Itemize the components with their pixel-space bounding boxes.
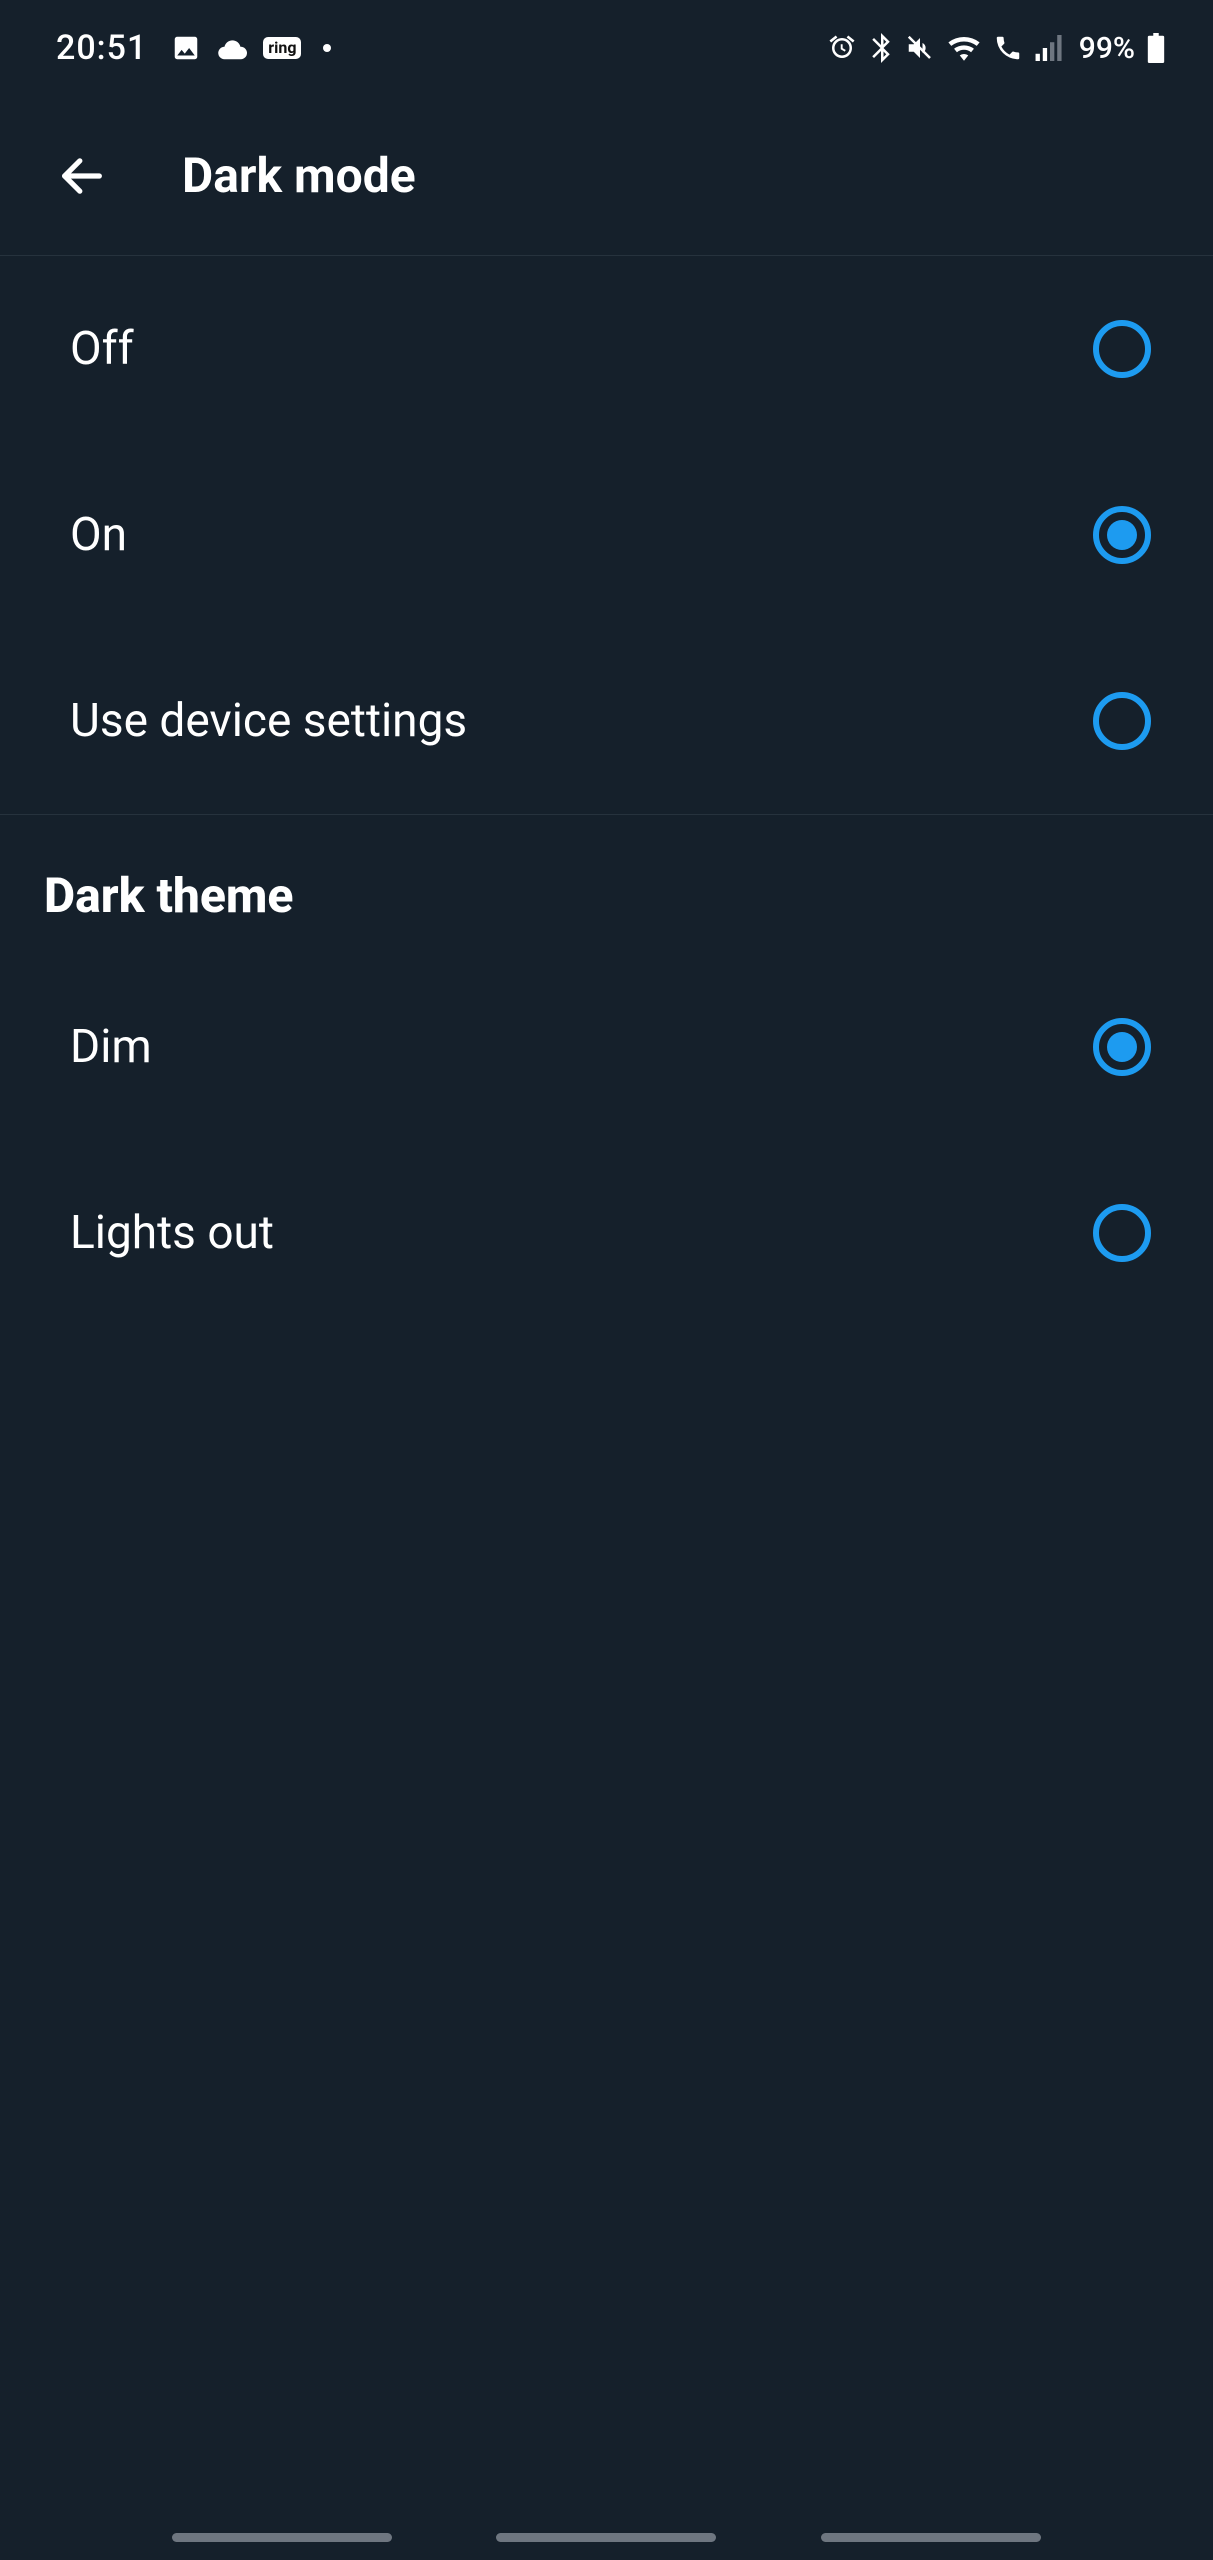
option-row-lights-out[interactable]: Lights out [0,1140,1213,1326]
option-label: Dim [70,1020,152,1074]
dark-theme-options: Dim Lights out [0,954,1213,1326]
option-label: On [70,508,127,562]
radio-button[interactable] [1093,506,1151,564]
option-label: Off [70,322,134,376]
radio-button[interactable] [1093,1204,1151,1262]
option-label: Lights out [70,1206,274,1260]
option-row-on[interactable]: On [0,442,1213,628]
option-row-off[interactable]: Off [0,256,1213,442]
back-button[interactable] [44,138,120,214]
back-arrow-icon [56,150,108,202]
radio-button[interactable] [1093,1018,1151,1076]
status-left: 20:51 ring [56,28,331,68]
radio-button[interactable] [1093,692,1151,750]
status-time: 20:51 [56,28,147,68]
mute-icon [905,33,935,63]
option-row-device-settings[interactable]: Use device settings [0,628,1213,814]
bluetooth-icon [869,33,893,63]
navigation-gesture-bar [0,2533,1213,2542]
app-header: Dark mode [0,96,1213,256]
alarm-icon [827,33,857,63]
battery-percentage: 99% [1079,31,1135,66]
status-right: 99% [827,31,1165,66]
nav-handle-back[interactable] [821,2533,1041,2542]
page-title: Dark mode [182,147,416,204]
nav-handle-recents[interactable] [172,2533,392,2542]
cloud-icon [217,36,247,60]
radio-button[interactable] [1093,320,1151,378]
battery-icon [1147,33,1165,63]
wifi-calling-icon [993,33,1023,63]
image-icon [171,33,201,63]
nav-handle-home[interactable] [496,2533,716,2542]
ring-app-icon: ring [263,37,301,59]
section-header-dark-theme: Dark theme [0,814,1213,954]
signal-icon [1035,35,1065,61]
status-bar: 20:51 ring [0,0,1213,96]
option-label: Use device settings [70,694,467,748]
wifi-icon [947,35,981,61]
option-row-dim[interactable]: Dim [0,954,1213,1140]
notification-dot-icon [323,44,331,52]
dark-mode-options: Off On Use device settings [0,256,1213,814]
